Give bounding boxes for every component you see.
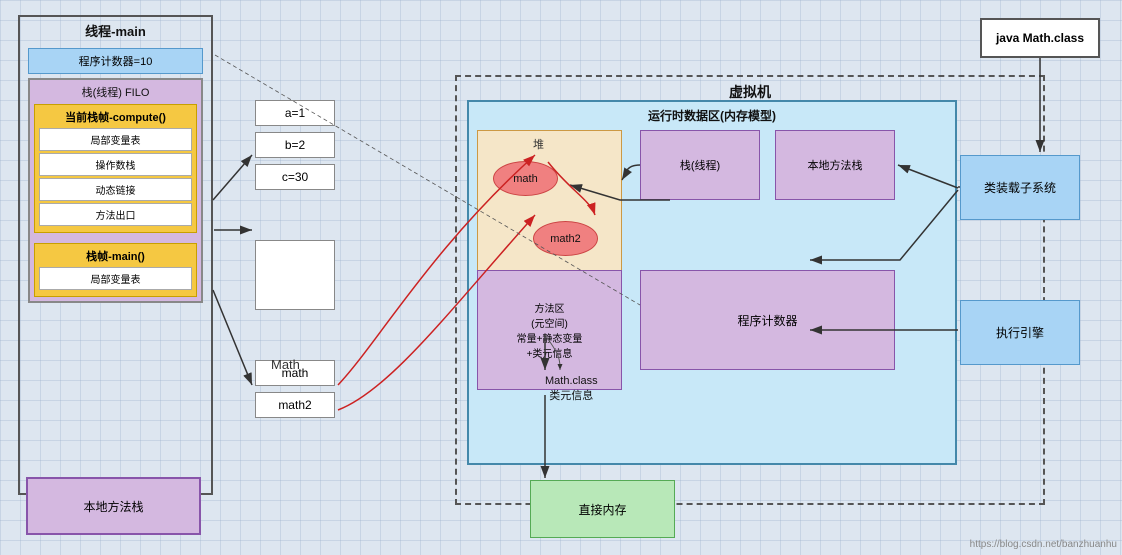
stack-filo-title: 栈(线程) FILO [34, 84, 197, 100]
stack-filo-box: 栈(线程) FILO 当前栈帧-compute() 局部变量表 操作数栈 动态链… [28, 78, 203, 303]
stack-frame-compute: 当前栈帧-compute() 局部变量表 操作数栈 动态链接 方法出口 [34, 104, 197, 233]
thread-main-box: 线程-main 程序计数器=10 栈(线程) FILO 当前栈帧-compute… [18, 15, 213, 495]
local-vars-item: 局部变量表 [39, 128, 192, 151]
var-math2: math2 [255, 392, 335, 418]
class-loader-box: 类装载子系统 [960, 155, 1080, 220]
exec-engine-label: 执行引擎 [996, 324, 1044, 341]
var-box-group-1: a=1 b=2 c=30 [255, 100, 335, 196]
prog-counter-jvm-label: 程序计数器 [737, 312, 797, 329]
native-method-stack-box: 本地方法栈 [26, 477, 201, 535]
operand-stack-item: 操作数栈 [39, 153, 192, 176]
native-stack-jvm-box: 本地方法栈 [775, 130, 895, 200]
method-area-label: 方法区 (元空间) 常量+静态变量 +类元信息 [517, 300, 583, 360]
direct-memory-label: 直接内存 [578, 501, 626, 518]
math-ellipse-2: math2 [533, 221, 598, 256]
main-frame-title: 栈帧-main() [39, 248, 192, 264]
diagram-container: 线程-main 程序计数器=10 栈(线程) FILO 当前栈帧-compute… [0, 0, 1122, 555]
method-exit-item: 方法出口 [39, 203, 192, 226]
prog-counter-jvm-box: 程序计数器 [640, 270, 895, 370]
math-ellipse-1: math [493, 161, 558, 196]
dynamic-link-item: 动态链接 [39, 178, 192, 201]
program-counter-box: 程序计数器=10 [28, 48, 203, 74]
math-class-label: Math.class类元信息 [545, 375, 598, 403]
exec-engine-box: 执行引擎 [960, 300, 1080, 365]
math-text-label: Math [271, 357, 300, 372]
main-local-vars-item: 局部变量表 [39, 267, 192, 290]
direct-memory-box: 直接内存 [530, 480, 675, 538]
heap-label: 堆 [533, 136, 544, 152]
thread-main-title: 线程-main [20, 17, 211, 44]
current-frame-title: 当前栈帧-compute() [39, 109, 192, 125]
stack-thread-jvm-box: 栈(线程) [640, 130, 760, 200]
empty-box-1 [255, 240, 335, 310]
var-c: c=30 [255, 164, 335, 190]
java-math-class-box: java Math.class [980, 18, 1100, 58]
class-loader-label: 类装载子系统 [984, 179, 1056, 196]
native-method-stack-label: 本地方法栈 [83, 498, 143, 515]
watermark: https://blog.csdn.net/banzhuanhu [970, 539, 1117, 550]
native-stack-jvm-label: 本地方法栈 [808, 157, 863, 173]
var-a: a=1 [255, 100, 335, 126]
runtime-title: 运行时数据区(内存模型) [474, 107, 950, 124]
java-math-class-label: java Math.class [996, 31, 1084, 45]
stack-frame-main: 栈帧-main() 局部变量表 [34, 243, 197, 297]
method-area-box: 方法区 (元空间) 常量+静态变量 +类元信息 [477, 270, 622, 390]
var-b: b=2 [255, 132, 335, 158]
stack-thread-jvm-label: 栈(线程) [680, 157, 720, 173]
